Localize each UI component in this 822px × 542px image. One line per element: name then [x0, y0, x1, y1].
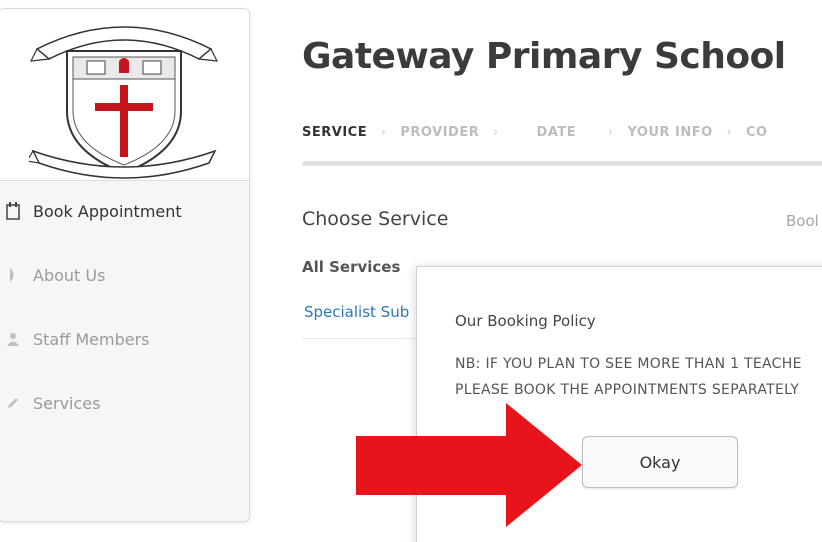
step-provider[interactable]: PROVIDER [400, 125, 479, 140]
step-confirm[interactable]: CO [746, 125, 768, 140]
sidebar-item-about-us[interactable]: About Us [0, 255, 249, 295]
okay-button[interactable]: Okay [582, 436, 738, 488]
chevron-right-icon: › [608, 125, 614, 139]
service-divider [302, 338, 422, 339]
chevron-right-icon: › [493, 125, 499, 139]
modal-body-line: NB: IF YOU PLAN TO SEE MORE THAN 1 TEACH… [455, 356, 802, 372]
user-icon [0, 332, 27, 346]
sidebar-item-staff-members[interactable]: Staff Members [0, 319, 249, 359]
page-title: Gateway Primary School [302, 36, 786, 77]
pencil-icon [0, 396, 27, 410]
info-icon [0, 267, 27, 283]
steps-divider [302, 161, 822, 166]
calendar-icon [0, 202, 27, 220]
step-date[interactable]: DATE [537, 125, 577, 140]
modal-title: Our Booking Policy [455, 312, 596, 330]
modal-body: NB: IF YOU PLAN TO SEE MORE THAN 1 TEACH… [455, 351, 802, 403]
sidebar-item-label: About Us [33, 265, 106, 285]
school-logo[interactable] [0, 9, 249, 181]
step-service[interactable]: SERVICE [302, 125, 367, 140]
chevron-right-icon: › [726, 125, 732, 139]
sidebar-item-label: Services [33, 393, 101, 413]
chevron-right-icon: › [381, 125, 387, 139]
sidebar-item-label: Staff Members [33, 329, 150, 349]
all-services-heading[interactable]: All Services [302, 258, 400, 276]
sidebar-item-services[interactable]: Services [0, 383, 249, 423]
book-link[interactable]: Bool [786, 212, 819, 230]
booking-steps: SERVICE › PROVIDER › DATE › YOUR INFO › … [302, 112, 822, 152]
service-item-link[interactable]: Specialist Sub [304, 303, 409, 321]
school-crest-icon [29, 26, 219, 179]
modal-body-line: PLEASE BOOK THE APPOINTMENTS SEPARATELY [455, 382, 800, 398]
section-title: Choose Service [302, 208, 449, 230]
step-your-info[interactable]: YOUR INFO [627, 125, 712, 140]
sidebar-item-book-appointment[interactable]: Book Appointment [0, 191, 249, 231]
red-arrow-icon [356, 403, 582, 527]
sidebar-item-label: Book Appointment [33, 201, 182, 221]
sidebar: Book Appointment About Us Staff Members … [0, 8, 250, 522]
